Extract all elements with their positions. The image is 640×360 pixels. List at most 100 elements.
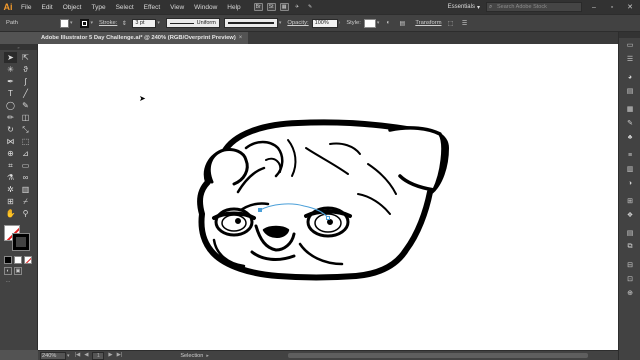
isolate-icon[interactable]: ⬚ (446, 18, 456, 28)
stroke-black-swatch[interactable] (13, 234, 29, 250)
chevron-down-icon[interactable]: ▾ (377, 20, 380, 26)
menu-file[interactable]: File (16, 4, 36, 11)
artboard-tool-icon[interactable]: ⊞ (4, 196, 17, 207)
zoom-field[interactable]: 240% (40, 351, 66, 360)
stroke-weight-field[interactable]: 3 pt (132, 18, 157, 28)
free-transform-tool-icon[interactable]: ⬚ (19, 136, 32, 147)
align-icon[interactable]: ▤ (397, 18, 407, 28)
recolor-icon[interactable]: ◐ (383, 18, 393, 28)
direct-selection-tool-icon[interactable]: ⇱ (19, 52, 32, 63)
menu-window[interactable]: Window (189, 4, 222, 11)
selection-tool-icon[interactable]: ➤ (4, 52, 17, 63)
next-artboard-icon[interactable]: ▶ (108, 352, 112, 360)
hand-tool-icon[interactable]: ✋ (4, 208, 17, 219)
color-guide-icon[interactable]: ▤ (619, 84, 640, 98)
bridge-icon[interactable]: Br (253, 3, 263, 11)
transform-panel-icon[interactable]: ⊕ (619, 286, 640, 300)
eraser-tool-icon[interactable]: ◫ (19, 112, 32, 123)
color-mode-icon[interactable] (4, 256, 12, 264)
symbols-panel-icon[interactable]: ♣ (619, 130, 640, 144)
color-panel-icon[interactable]: ◕ (619, 70, 640, 84)
slice-tool-icon[interactable]: ⌿ (19, 196, 32, 207)
chevron-down-icon[interactable]: ▾ (279, 20, 282, 26)
menu-object[interactable]: Object (58, 4, 87, 11)
maximize-button[interactable]: ▫ (606, 1, 618, 13)
chevron-down-icon[interactable]: ▾ (157, 20, 160, 26)
horizontal-scrollbar[interactable] (288, 353, 588, 358)
menu-help[interactable]: Help (222, 4, 245, 11)
lasso-tool-icon[interactable]: ϑ (19, 64, 32, 75)
stock-search-input[interactable]: ⌕ Search Adobe Stock (486, 2, 582, 12)
align-panel-icon[interactable]: ⊟ (619, 258, 640, 272)
chevron-down-icon[interactable]: ▾ (90, 20, 93, 26)
brushes-panel-icon[interactable]: ✎ (619, 116, 640, 130)
chevron-right-icon[interactable]: ▸ (206, 353, 209, 359)
stepper-icon[interactable]: ⇕ (119, 18, 129, 28)
gradient-tool-icon[interactable]: ▭ (19, 160, 32, 171)
properties-panel-icon[interactable]: ▭ (619, 38, 640, 52)
perspective-grid-tool-icon[interactable]: ⊿ (19, 148, 32, 159)
paintbrush-tool-icon[interactable]: ✎ (19, 100, 32, 111)
gradient-mode-icon[interactable] (14, 256, 22, 264)
symbol-sprayer-tool-icon[interactable]: ✲ (4, 184, 17, 195)
rotate-tool-icon[interactable]: ↻ (4, 124, 17, 135)
fill-stroke-widget[interactable] (4, 225, 34, 253)
workspace-switcher[interactable]: Essentials ▾ (448, 4, 480, 11)
graphic-style-swatch[interactable] (363, 18, 376, 28)
type-tool-icon[interactable]: T (4, 88, 17, 99)
line-tool-icon[interactable]: ╱ (19, 88, 32, 99)
stroke-swatch[interactable] (80, 18, 90, 28)
none-mode-icon[interactable] (24, 256, 32, 264)
gpu-rocket-icon[interactable]: ✈ (293, 3, 302, 11)
stroke-label[interactable]: Stroke: (99, 20, 117, 26)
draw-mode-icon[interactable]: ◐ (4, 267, 12, 275)
gradient-panel-icon[interactable]: ▥ (619, 162, 640, 176)
scale-tool-icon[interactable]: ⤡ (19, 124, 32, 135)
arrange-grid-icon[interactable]: ▦ (279, 3, 289, 11)
chevron-down-icon[interactable]: ▾ (70, 20, 73, 26)
brush-definition[interactable] (223, 18, 278, 28)
mesh-tool-icon[interactable]: ⌗ (4, 160, 17, 171)
stock-icon[interactable]: St (266, 3, 276, 11)
last-artboard-icon[interactable]: ▶| (117, 352, 123, 360)
zoom-tool-icon[interactable]: ⚲ (19, 208, 32, 219)
graph-tool-icon[interactable]: ▥ (19, 184, 32, 195)
more-tools-icon[interactable]: ⋯ (4, 278, 12, 286)
swatches-panel-icon[interactable]: ▦ (619, 102, 640, 116)
menu-select[interactable]: Select (111, 4, 139, 11)
chevron-right-icon[interactable]: › (339, 20, 341, 26)
variable-width-profile[interactable]: Uniform (165, 18, 220, 28)
width-tool-icon[interactable]: ⋈ (4, 136, 17, 147)
screen-mode-icon[interactable]: ▣ (14, 267, 22, 275)
artboard-number[interactable]: 1 (92, 351, 105, 360)
opacity-label[interactable]: Opacity: (287, 20, 308, 26)
pathfinder-panel-icon[interactable]: ⊡ (619, 272, 640, 286)
stroke-panel-icon[interactable]: ≡ (619, 148, 640, 162)
eyedropper-tool-icon[interactable]: ⚗ (4, 172, 17, 183)
first-artboard-icon[interactable]: |◀ (75, 352, 81, 360)
pencil-tool-icon[interactable]: ✏ (4, 112, 17, 123)
panel-menu-icon[interactable]: ☰ (460, 18, 470, 28)
curvature-tool-icon[interactable]: ∫ (19, 76, 32, 87)
layers-panel-icon[interactable]: ▤ (619, 226, 640, 240)
libraries-panel-icon[interactable]: ☰ (619, 52, 640, 66)
graphic-styles-icon[interactable]: ❖ (619, 208, 640, 222)
chevron-down-icon[interactable]: ▾ (67, 353, 70, 359)
fill-swatch[interactable] (59, 18, 69, 28)
menu-edit[interactable]: Edit (36, 4, 57, 11)
transform-button[interactable]: Transform (415, 20, 441, 26)
artboard-canvas[interactable]: ➤ (38, 44, 618, 350)
pen-tool-icon[interactable]: ✒ (4, 76, 17, 87)
menu-view[interactable]: View (165, 4, 189, 11)
appearance-panel-icon[interactable]: ⊞ (619, 194, 640, 208)
shape-builder-tool-icon[interactable]: ⊕ (4, 148, 17, 159)
ellipse-tool-icon[interactable]: ◯ (4, 100, 17, 111)
close-button[interactable]: ✕ (624, 1, 636, 13)
menu-effect[interactable]: Effect (139, 4, 166, 11)
close-icon[interactable]: × (239, 35, 243, 41)
transparency-panel-icon[interactable]: ◑ (619, 176, 640, 190)
minimize-button[interactable]: – (588, 1, 600, 13)
artboards-panel-icon[interactable]: ⧉ (619, 240, 640, 254)
opacity-field[interactable]: 100% (311, 18, 338, 28)
prev-artboard-icon[interactable]: ◀ (84, 352, 88, 360)
